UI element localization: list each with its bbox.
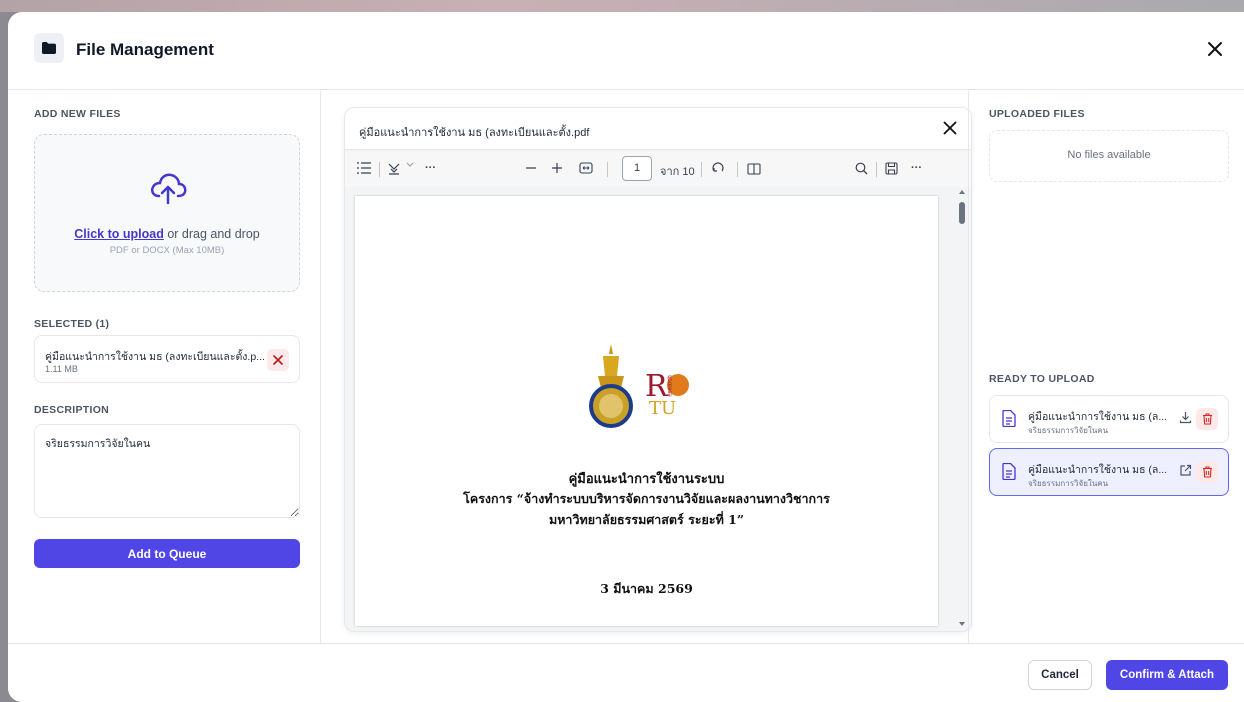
research-tu-logo: R esearch TU bbox=[645, 372, 705, 422]
close-viewer-icon[interactable] bbox=[943, 121, 957, 140]
description-input[interactable]: จริยธรรมการวิจัยในคน bbox=[34, 424, 300, 518]
uploaded-files-label: UPLOADED FILES bbox=[989, 108, 1085, 120]
file-management-modal: File Management ADD NEW FILES Click to u… bbox=[8, 12, 1244, 702]
pdf-viewer: คู่มือแนะนำการใช้งาน มธ (ลงทะเบียนและตั้… bbox=[344, 107, 972, 632]
document-icon bbox=[1002, 462, 1016, 485]
ready-item[interactable]: คู่มือแนะนำการใช้งาน มธ (ล... จริยธรรมกา… bbox=[989, 395, 1229, 443]
save-icon[interactable] bbox=[885, 162, 898, 175]
ready-item-description: จริยธรรมการวิจัยในคน bbox=[1028, 479, 1109, 488]
more-options-icon[interactable]: ··· bbox=[911, 162, 922, 174]
trash-icon bbox=[1202, 466, 1212, 478]
university-seal-logo bbox=[583, 342, 639, 433]
external-link-icon[interactable] bbox=[1179, 464, 1192, 482]
fit-width-icon[interactable] bbox=[579, 162, 593, 174]
highlight-icon[interactable] bbox=[387, 162, 401, 176]
page-number-input[interactable]: 1 bbox=[622, 156, 652, 181]
remove-file-button[interactable] bbox=[267, 349, 289, 371]
page-total: จาก 10 bbox=[660, 166, 695, 178]
viewer-header: คู่มือแนะนำการใช้งาน มธ (ลงทะเบียนและตั้… bbox=[345, 108, 971, 150]
delete-ready-item-button[interactable] bbox=[1196, 408, 1218, 430]
selected-file-name: คู่มือแนะนำการใช้งาน มธ (ลงทะเบียนและตั้… bbox=[45, 351, 265, 363]
viewer-toolbar: ··· 1 จาก 10 ··· bbox=[345, 151, 971, 187]
selected-file-card: คู่มือแนะนำการใช้งาน มธ (ลงทะเบียนและตั้… bbox=[34, 335, 300, 383]
doc-date: 3 มีนาคม 2569 bbox=[600, 581, 693, 596]
click-to-upload-link[interactable]: Click to upload bbox=[74, 227, 164, 241]
highlight-options-chevron-icon[interactable] bbox=[406, 162, 414, 168]
more-tools-icon[interactable]: ··· bbox=[425, 162, 436, 174]
ready-item-name: คู่มือแนะนำการใช้งาน มธ (ล... bbox=[1028, 411, 1168, 423]
ready-item[interactable]: คู่มือแนะนำการใช้งาน มธ (ล... จริยธรรมกา… bbox=[989, 448, 1229, 496]
add-files-panel: ADD NEW FILES Click to upload or drag an… bbox=[8, 91, 321, 643]
description-label: DESCRIPTION bbox=[34, 404, 110, 416]
confirm-attach-button[interactable]: Confirm & Attach bbox=[1106, 660, 1228, 690]
doc-title-line-2: โครงการ “จ้างทำระบบบริหารจัดการงานวิจัยแ… bbox=[463, 491, 830, 506]
contents-list-icon[interactable] bbox=[357, 162, 371, 174]
ready-item-description: จริยธรรมการวิจัยในคน bbox=[1028, 426, 1109, 435]
page-view-icon[interactable] bbox=[747, 162, 761, 176]
modal-title: File Management bbox=[76, 40, 214, 59]
modal-footer: Cancel Confirm & Attach bbox=[8, 643, 1244, 702]
backdrop bbox=[0, 0, 1244, 12]
viewer-scrollbar[interactable] bbox=[955, 188, 969, 628]
zoom-out-icon[interactable] bbox=[525, 162, 537, 174]
doc-title-line-1: คู่มือแนะนำการใช้งานระบบ bbox=[568, 472, 725, 487]
cloud-upload-icon bbox=[148, 171, 188, 210]
zoom-in-icon[interactable] bbox=[551, 162, 563, 174]
cancel-button[interactable]: Cancel bbox=[1028, 660, 1092, 690]
search-icon[interactable] bbox=[855, 162, 868, 175]
selected-label: SELECTED (1) bbox=[34, 318, 110, 330]
selected-file-size: 1.11 MB bbox=[45, 364, 78, 374]
scrollbar-thumb[interactable] bbox=[959, 202, 965, 224]
delete-ready-item-button[interactable] bbox=[1196, 461, 1218, 483]
rotate-icon[interactable] bbox=[711, 162, 725, 176]
close-modal-icon[interactable] bbox=[1204, 38, 1226, 60]
close-icon bbox=[273, 355, 283, 365]
files-status-panel: UPLOADED FILES No files available READY … bbox=[968, 91, 1244, 643]
download-icon[interactable] bbox=[1179, 411, 1192, 429]
ready-item-name: คู่มือแนะนำการใช้งาน มธ (ล... bbox=[1028, 464, 1168, 476]
doc-title-line-3: มหาวิทยาลัยธรรมศาสตร์ ระยะที่ 1” bbox=[548, 512, 745, 527]
ready-to-upload-label: READY TO UPLOAD bbox=[989, 373, 1095, 385]
folder-icon bbox=[34, 33, 64, 63]
dropzone-instructions: Click to upload or drag and drop bbox=[74, 227, 260, 241]
viewer-file-title: คู่มือแนะนำการใช้งาน มธ (ลงทะเบียนและตั้… bbox=[359, 127, 590, 139]
trash-icon bbox=[1202, 413, 1212, 425]
document-icon bbox=[1002, 409, 1016, 432]
modal-header: File Management bbox=[8, 12, 1244, 90]
add-to-queue-button[interactable]: Add to Queue bbox=[34, 539, 300, 568]
uploaded-empty-state: No files available bbox=[989, 130, 1229, 182]
upload-dropzone[interactable]: Click to upload or drag and drop PDF or … bbox=[34, 134, 300, 292]
add-new-files-label: ADD NEW FILES bbox=[34, 108, 121, 120]
dropzone-hint: PDF or DOCX (Max 10MB) bbox=[109, 245, 225, 256]
pdf-page: R esearch TU คู่มือแนะนำการใช้งานระบบ โค… bbox=[355, 196, 938, 626]
